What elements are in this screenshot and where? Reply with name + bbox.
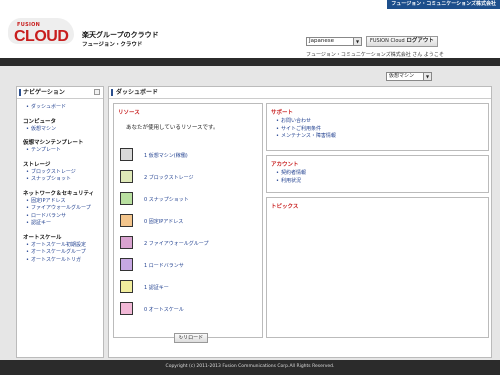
navigation-title-text: ナビゲーション (23, 89, 65, 96)
navigation-groups: ダッシュボードコンピュータ仮想マシン仮想マシンテンプレートテンプレートストレージ… (17, 104, 103, 264)
reload-label: リロード (183, 335, 204, 341)
copyright-text: Copyright (c) 2011-2013 Fusion Communica… (165, 364, 335, 369)
sidebar-item[interactable]: ファイアウォールグループ (23, 205, 103, 213)
nav-group: コンピュータ仮想マシン (23, 117, 103, 134)
dashboard-title: ダッシュボード (109, 87, 491, 99)
sidebar-item[interactable]: オートスケールトリガ (23, 257, 103, 265)
support-links: お問い合わせサイトご利用条件メンテナンス・障害情報 (267, 116, 488, 141)
account-links: 契約者情報利用状況 (267, 168, 488, 185)
firewall-icon (120, 236, 133, 249)
resource-row[interactable]: 1 認証キー (120, 280, 260, 294)
resource-label[interactable]: 0 固定IPアドレス (144, 218, 183, 225)
account-section: アカウント 契約者情報利用状況 (266, 155, 489, 193)
nav-group-title: オートスケール (23, 234, 62, 241)
resources-section: リソース あなたが使用しているリソースです。 1 仮想マシン(稼働) 2 ブロック… (113, 103, 263, 343)
site-header: FUSION CLOUD 楽天グループのクラウド フュージョン・クラウド Jap… (0, 10, 500, 58)
nav-group-title: ストレージ (23, 161, 51, 168)
side-link[interactable]: お問い合わせ (267, 118, 488, 126)
support-title: サポート (271, 110, 294, 116)
snapshot-icon (120, 192, 133, 205)
fixed-ip-icon (120, 214, 133, 227)
main-content: 仮想マシン ▼ ナビゲーション ダッシュボードコンピュータ仮想マシン仮想マシンテ… (0, 66, 500, 360)
sidebar-item[interactable]: ダッシュボード (23, 104, 103, 112)
resource-label[interactable]: 2 ファイアウォールグループ (144, 240, 208, 247)
fusion-cloud-logo[interactable]: FUSION CLOUD (8, 18, 74, 54)
logout-prefix: FUSION Cloud (370, 38, 405, 44)
nav-group: ダッシュボード (23, 104, 103, 112)
account-title: アカウント (271, 162, 299, 168)
topics-section: トピックス (266, 197, 489, 338)
resource-row[interactable]: 2 ブロックストレージ (120, 170, 260, 184)
nav-group-title: 仮想マシンテンプレート (23, 140, 84, 146)
nav-group-title: コンピュータ (23, 118, 57, 125)
resource-row[interactable]: 0 固定IPアドレス (120, 214, 260, 228)
sidebar-item[interactable]: テンプレート (23, 147, 103, 155)
language-select[interactable]: Japanese ▼ (306, 37, 362, 46)
chevron-down-icon: ▼ (423, 73, 431, 80)
resource-label[interactable]: 2 ブロックストレージ (144, 174, 194, 181)
sidebar-item[interactable]: 認証キー (23, 220, 103, 228)
environment-value: 仮想マシン (389, 73, 415, 79)
resources-title: リソース (118, 110, 140, 116)
resource-row[interactable]: 2 ファイアウォールグループ (120, 236, 260, 250)
footer: Copyright (c) 2011-2013 Fusion Communica… (0, 360, 500, 375)
resource-label[interactable]: 1 認証キー (144, 284, 169, 291)
load-balancer-icon (120, 258, 133, 271)
environment-select[interactable]: 仮想マシン ▼ (386, 72, 432, 81)
resource-row[interactable]: 0 スナップショット (120, 192, 260, 206)
auth-key-icon (120, 280, 133, 293)
dashboard-panel: ダッシュボード リソース あなたが使用しているリソースです。 1 仮想マシン(稼… (108, 86, 492, 358)
resource-label[interactable]: 0 スナップショット (144, 196, 189, 203)
support-section: サポート お問い合わせサイトご利用条件メンテナンス・障害情報 (266, 103, 489, 151)
sidebar-item[interactable]: 仮想マシン (23, 126, 103, 134)
sidebar-item[interactable]: ロードバランサ (23, 213, 103, 221)
resources-intro: あなたが使用しているリソースです。 (126, 125, 219, 131)
nav-group: オートスケールオートスケール初期設定オートスケールグループオートスケールトリガ (23, 233, 103, 265)
welcome-text: フュージョン・コミュニケーションズ株式会社 さん ようこそ (306, 52, 444, 58)
nav-group: ネットワーク＆セキュリティ固定IPアドレスファイアウォールグループロードバランサ… (23, 189, 103, 228)
collapse-icon[interactable] (94, 89, 100, 95)
resource-row[interactable]: 1 仮想マシン(稼働) (120, 148, 260, 162)
navigation-title: ナビゲーション (17, 87, 103, 99)
navigation-panel: ナビゲーション ダッシュボードコンピュータ仮想マシン仮想マシンテンプレートテンプ… (16, 86, 104, 358)
chevron-down-icon: ▼ (353, 38, 361, 45)
nav-group: ストレージブロックストレージスナップショット (23, 160, 103, 184)
nav-group-title: ネットワーク＆セキュリティ (23, 190, 95, 197)
side-link[interactable]: 契約者情報 (267, 170, 488, 178)
reload-button[interactable]: ↻リロード (174, 333, 208, 343)
corporate-name: フュージョン・コミュニケーションズ株式会社 (387, 0, 500, 9)
nav-group: 仮想マシンテンプレートテンプレート (23, 138, 103, 155)
sidebar-item[interactable]: オートスケールグループ (23, 249, 103, 257)
side-link[interactable]: サイトご利用条件 (267, 126, 488, 134)
language-value: Japanese (309, 38, 334, 44)
side-link[interactable]: 利用状況 (267, 178, 488, 186)
sidebar-item[interactable]: オートスケール初期設定 (23, 242, 103, 250)
resource-row[interactable]: 1 ロードバランサ (120, 258, 260, 272)
sidebar-item[interactable]: 固定IPアドレス (23, 198, 103, 206)
logout-label: ログアウト (406, 38, 434, 44)
logo-cloud-text: CLOUD (14, 28, 69, 45)
auto-scale-icon (120, 302, 133, 315)
resource-row[interactable]: 0 オートスケール (120, 302, 260, 316)
sidebar-item[interactable]: ブロックストレージ (23, 169, 103, 177)
side-link[interactable]: メンテナンス・障害情報 (267, 133, 488, 141)
header-divider-bar (0, 58, 500, 66)
block-storage-icon (120, 170, 133, 183)
topics-title: トピックス (271, 204, 299, 210)
dashboard-title-text: ダッシュボード (116, 89, 159, 96)
virtual-machine-icon (120, 148, 133, 161)
site-subtitle: フュージョン・クラウド (82, 42, 143, 48)
top-strip: フュージョン・コミュニケーションズ株式会社 (0, 0, 500, 10)
resource-label[interactable]: 1 ロードバランサ (144, 262, 184, 269)
resource-label[interactable]: 1 仮想マシン(稼働) (144, 152, 188, 159)
site-title: 楽天グループのクラウド (82, 31, 159, 39)
sidebar-item[interactable]: スナップショット (23, 176, 103, 184)
resource-label[interactable]: 0 オートスケール (144, 306, 184, 313)
logout-button[interactable]: FUSION Cloud ログアウト (366, 36, 438, 47)
